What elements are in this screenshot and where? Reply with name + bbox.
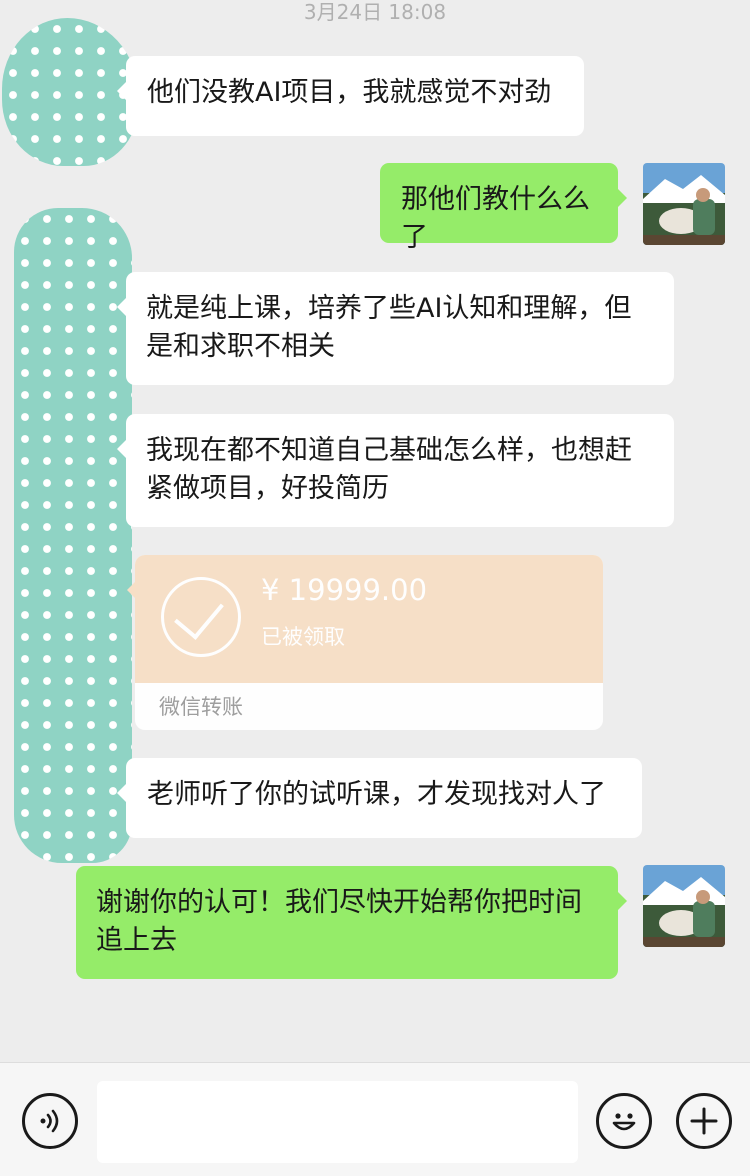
transfer-amount: ¥ 19999.00 [261,573,428,607]
more-button[interactable] [676,1093,732,1149]
transfer-card-header: ¥ 19999.00 已被领取 [135,555,603,683]
message-text: 我现在都不知道自己基础怎么样，也想赶紧做项目，好投简历 [146,435,632,504]
message-bubble-incoming[interactable]: 他们没教AI项目，我就感觉不对劲 [117,56,584,136]
message-input[interactable] [97,1081,578,1163]
voice-button[interactable] [22,1093,78,1149]
input-bar [0,1062,750,1176]
message-text: 老师听了你的试听课，才发现找对人了 [147,779,606,810]
message-bubble-incoming[interactable]: 就是纯上课，培养了些AI认知和理解，但是和求职不相关 [117,272,674,385]
transfer-card[interactable]: ¥ 19999.00 已被领取 微信转账 [135,555,603,730]
emoji-icon [612,1113,636,1131]
message-text: 就是纯上课，培养了些AI认知和理解，但是和求职不相关 [146,293,632,362]
message-text: 谢谢你的认可！我们尽快开始帮你把时间追上去 [96,887,582,956]
message-text: 他们没教AI项目，我就感觉不对劲 [147,77,552,108]
message-bubble-outgoing[interactable]: 谢谢你的认可！我们尽快开始帮你把时间追上去 [76,866,627,979]
transfer-label: 微信转账 [159,695,243,719]
my-avatar[interactable] [643,163,725,245]
message-bubble-outgoing[interactable]: 那他们教什么么了 [380,163,627,253]
timestamp: 3月24日 18:08 [303,0,447,24]
plus-icon [690,1107,718,1135]
redacted-contact-avatar [14,208,132,863]
transfer-status: 已被领取 [261,625,345,649]
message-bubble-incoming[interactable]: 老师听了你的试听课，才发现找对人了 [117,758,642,838]
voice-icon [40,1109,59,1133]
message-bubble-incoming[interactable]: 我现在都不知道自己基础怎么样，也想赶紧做项目，好投简历 [117,414,674,527]
my-avatar[interactable] [643,865,725,947]
checkmark-icon [161,577,241,657]
emoji-button[interactable] [596,1093,652,1149]
message-text: 那他们教什么么了 [401,184,590,253]
